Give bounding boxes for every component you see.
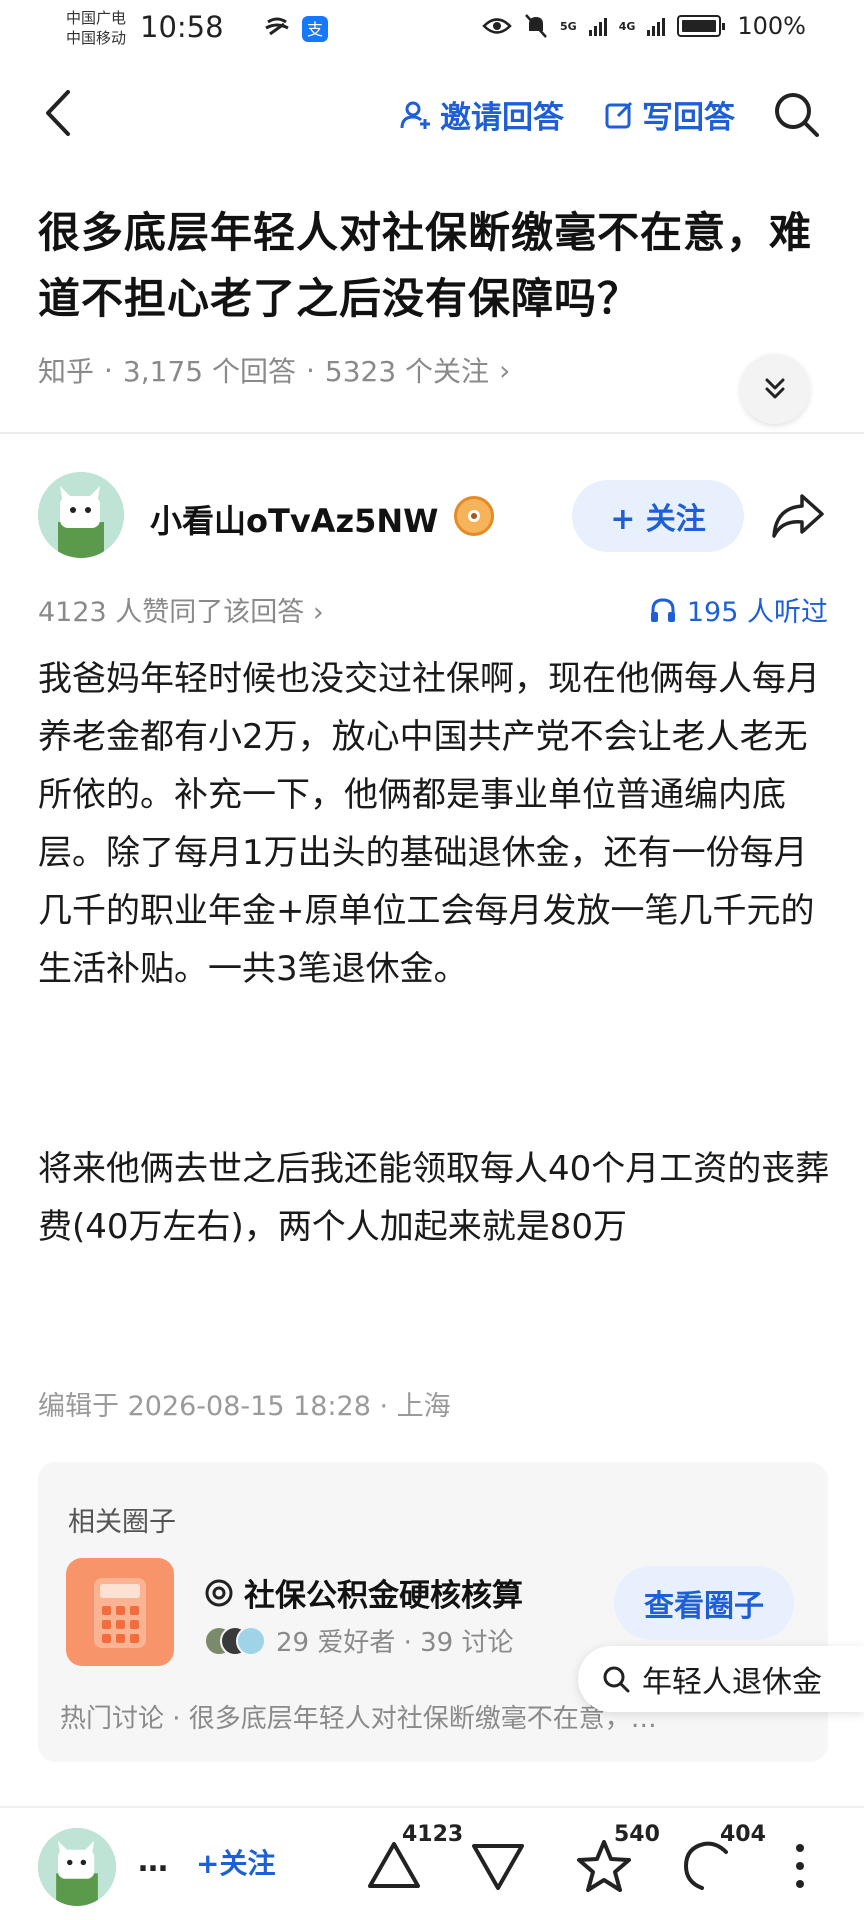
more-options-icon[interactable] bbox=[780, 1834, 820, 1898]
circle-members: 29 爱好者 · 39 讨论 bbox=[204, 1622, 514, 1659]
meta-separator: · bbox=[104, 353, 113, 387]
related-circle-card[interactable]: 相关圈子 社保公积金硬核核算 29 爱好者 · 39 讨论 查看圈子 热门讨论 … bbox=[38, 1462, 828, 1762]
answer-stats: 4123 人赞同了该回答 › 195 人听过 bbox=[38, 590, 828, 630]
search-icon[interactable] bbox=[770, 88, 822, 140]
signal-icon-2 bbox=[647, 16, 666, 36]
source-label: 知乎 bbox=[38, 355, 95, 388]
write-answer-label: 写回答 bbox=[642, 100, 735, 136]
related-circle-title: 相关圈子 bbox=[68, 1507, 176, 1538]
downvote-icon[interactable] bbox=[466, 1834, 530, 1898]
invite-answer-button[interactable]: 邀请回答 bbox=[400, 92, 564, 137]
approvals-count[interactable]: 4123 人赞同了该回答 › bbox=[38, 590, 324, 629]
expand-button[interactable] bbox=[740, 354, 810, 424]
comment-count: 404 bbox=[720, 1822, 766, 1847]
status-bar: 中国广电 中国移动 10:58 支 5G 4G 100% bbox=[0, 0, 864, 60]
answer-paragraph-2: 将来他俩去世之后我还能领取每人40个月工资的丧葬费(40万左右)，两个人加起来就… bbox=[38, 1149, 830, 1247]
status-left-icons: 支 bbox=[262, 14, 330, 44]
signal-icon-1 bbox=[588, 16, 607, 36]
circle-community-icon bbox=[205, 1579, 233, 1606]
bottom-action-bar: … +关注 4123 540 404 bbox=[0, 1806, 864, 1920]
double-chevron-down-icon bbox=[765, 378, 785, 399]
nfc-icon bbox=[265, 17, 289, 36]
answers-count: 3,175 个回答 bbox=[122, 355, 296, 388]
battery-level: 100% bbox=[737, 12, 806, 40]
avatar-cat-icon bbox=[38, 472, 124, 558]
member-avatar bbox=[236, 1625, 266, 1656]
carrier-labels: 中国广电 中国移动 bbox=[66, 8, 126, 48]
carrier-2: 中国移动 bbox=[66, 29, 127, 47]
carrier-1: 中国广电 bbox=[66, 9, 127, 27]
author-badge-icon bbox=[454, 496, 494, 536]
invite-person-icon bbox=[400, 101, 430, 129]
section-divider bbox=[0, 432, 864, 434]
status-right-icons: 5G 4G 100% bbox=[482, 12, 806, 40]
bottom-follow-button[interactable]: +关注 bbox=[196, 1842, 275, 1882]
invite-answer-label: 邀请回答 bbox=[440, 100, 564, 136]
battery-icon bbox=[677, 15, 726, 37]
follow-button[interactable]: + 关注 bbox=[572, 480, 744, 552]
favorite-count: 540 bbox=[614, 1822, 660, 1847]
circle-name-label: 社保公积金硬核核算 bbox=[244, 1578, 523, 1614]
edit-info: 编辑于 2026-08-15 18:28 · 上海 bbox=[38, 1391, 451, 1422]
answer-paragraph-1: 我爸妈年轻时候也没交过社保啊，现在他俩每人每月养老金都有小2万，放心中国共产党不… bbox=[38, 659, 820, 989]
author-avatar[interactable] bbox=[38, 472, 124, 558]
edit-icon bbox=[605, 101, 633, 128]
write-answer-button[interactable]: 写回答 bbox=[604, 92, 735, 137]
bottom-author-avatar[interactable] bbox=[38, 1828, 116, 1906]
circle-members-count: 29 爱好者 · 39 讨论 bbox=[276, 1628, 514, 1658]
view-circle-button[interactable]: 查看圈子 bbox=[614, 1566, 794, 1640]
meta-separator: · bbox=[305, 353, 315, 387]
headphones-icon bbox=[650, 597, 675, 622]
author-name-truncated: … bbox=[138, 1844, 168, 1879]
question-meta[interactable]: 知乎 · 3,175 个回答 · 5323 个关注 › bbox=[38, 350, 510, 390]
listens-count: 195 人听过 bbox=[686, 597, 828, 628]
share-icon[interactable] bbox=[770, 490, 826, 542]
search-icon bbox=[603, 1666, 630, 1693]
back-arrow-icon[interactable] bbox=[38, 88, 82, 138]
listens-indicator[interactable]: 195 人听过 bbox=[649, 590, 828, 629]
mute-bell-icon bbox=[525, 14, 547, 38]
eye-icon bbox=[482, 18, 512, 34]
calculator-icon bbox=[66, 1558, 174, 1666]
follows-count: 5323 个关注 bbox=[324, 355, 490, 388]
network-4g-label: 4G bbox=[618, 19, 636, 33]
chevron-right-icon: › bbox=[499, 353, 511, 387]
search-suggestion-text: 年轻人退休金 bbox=[642, 1665, 822, 1700]
question-title[interactable]: 很多底层年轻人对社保断缴毫不在意，难道不担心老了之后没有保障吗？ bbox=[38, 200, 838, 332]
circle-name[interactable]: 社保公积金硬核核算 bbox=[204, 1570, 523, 1615]
upvote-count: 4123 bbox=[402, 1822, 464, 1847]
member-avatars bbox=[204, 1625, 266, 1656]
alipay-icon: 支 bbox=[302, 16, 328, 42]
search-suggestion-pill[interactable]: 年轻人退休金 bbox=[578, 1646, 864, 1712]
status-time: 10:58 bbox=[140, 10, 224, 44]
svg-text:支: 支 bbox=[307, 20, 323, 39]
network-5g-label: 5G bbox=[560, 19, 577, 33]
top-nav: 邀请回答 写回答 bbox=[0, 70, 864, 154]
author-name[interactable]: 小看山oTvAz5NW bbox=[150, 496, 438, 542]
